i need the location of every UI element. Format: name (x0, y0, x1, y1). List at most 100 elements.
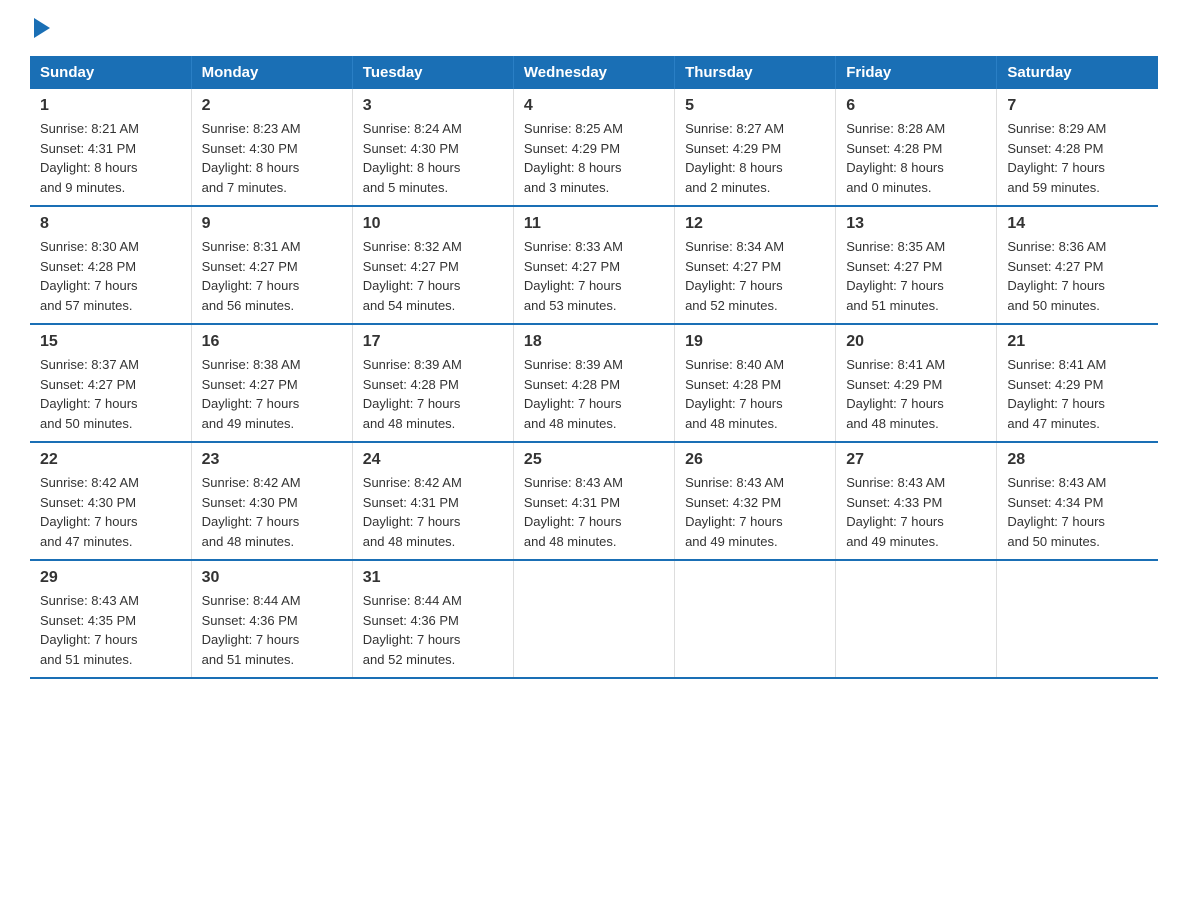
day-number: 2 (202, 97, 342, 115)
day-info: Sunrise: 8:42 AM Sunset: 4:30 PM Dayligh… (40, 473, 181, 551)
logo-triangle-icon (34, 18, 50, 38)
calendar-cell: 10 Sunrise: 8:32 AM Sunset: 4:27 PM Dayl… (352, 206, 513, 324)
calendar-cell: 3 Sunrise: 8:24 AM Sunset: 4:30 PM Dayli… (352, 89, 513, 206)
calendar-cell: 25 Sunrise: 8:43 AM Sunset: 4:31 PM Dayl… (513, 442, 674, 560)
day-number: 19 (685, 333, 825, 351)
calendar-week-row: 15 Sunrise: 8:37 AM Sunset: 4:27 PM Dayl… (30, 324, 1158, 442)
day-number: 13 (846, 215, 986, 233)
day-info: Sunrise: 8:38 AM Sunset: 4:27 PM Dayligh… (202, 355, 342, 433)
day-info: Sunrise: 8:43 AM Sunset: 4:33 PM Dayligh… (846, 473, 986, 551)
day-info: Sunrise: 8:35 AM Sunset: 4:27 PM Dayligh… (846, 237, 986, 315)
day-info: Sunrise: 8:44 AM Sunset: 4:36 PM Dayligh… (363, 591, 503, 669)
calendar-cell: 5 Sunrise: 8:27 AM Sunset: 4:29 PM Dayli… (675, 89, 836, 206)
calendar-table: SundayMondayTuesdayWednesdayThursdayFrid… (30, 56, 1158, 679)
day-info: Sunrise: 8:44 AM Sunset: 4:36 PM Dayligh… (202, 591, 342, 669)
day-info: Sunrise: 8:21 AM Sunset: 4:31 PM Dayligh… (40, 119, 181, 197)
calendar-cell: 7 Sunrise: 8:29 AM Sunset: 4:28 PM Dayli… (997, 89, 1158, 206)
day-number: 25 (524, 451, 664, 469)
calendar-cell: 24 Sunrise: 8:42 AM Sunset: 4:31 PM Dayl… (352, 442, 513, 560)
calendar-cell: 19 Sunrise: 8:40 AM Sunset: 4:28 PM Dayl… (675, 324, 836, 442)
calendar-cell: 31 Sunrise: 8:44 AM Sunset: 4:36 PM Dayl… (352, 560, 513, 678)
weekday-header-tuesday: Tuesday (352, 56, 513, 89)
day-number: 16 (202, 333, 342, 351)
day-number: 8 (40, 215, 181, 233)
calendar-cell: 11 Sunrise: 8:33 AM Sunset: 4:27 PM Dayl… (513, 206, 674, 324)
day-number: 24 (363, 451, 503, 469)
day-number: 18 (524, 333, 664, 351)
day-info: Sunrise: 8:33 AM Sunset: 4:27 PM Dayligh… (524, 237, 664, 315)
day-number: 3 (363, 97, 503, 115)
day-info: Sunrise: 8:37 AM Sunset: 4:27 PM Dayligh… (40, 355, 181, 433)
day-number: 5 (685, 97, 825, 115)
weekday-header-monday: Monday (191, 56, 352, 89)
day-info: Sunrise: 8:36 AM Sunset: 4:27 PM Dayligh… (1007, 237, 1148, 315)
day-number: 17 (363, 333, 503, 351)
calendar-cell: 16 Sunrise: 8:38 AM Sunset: 4:27 PM Dayl… (191, 324, 352, 442)
day-number: 14 (1007, 215, 1148, 233)
day-number: 20 (846, 333, 986, 351)
weekday-header-thursday: Thursday (675, 56, 836, 89)
day-number: 28 (1007, 451, 1148, 469)
day-number: 11 (524, 215, 664, 233)
day-number: 7 (1007, 97, 1148, 115)
weekday-header-friday: Friday (836, 56, 997, 89)
day-info: Sunrise: 8:31 AM Sunset: 4:27 PM Dayligh… (202, 237, 342, 315)
calendar-cell: 8 Sunrise: 8:30 AM Sunset: 4:28 PM Dayli… (30, 206, 191, 324)
calendar-cell: 26 Sunrise: 8:43 AM Sunset: 4:32 PM Dayl… (675, 442, 836, 560)
calendar-cell: 17 Sunrise: 8:39 AM Sunset: 4:28 PM Dayl… (352, 324, 513, 442)
day-info: Sunrise: 8:32 AM Sunset: 4:27 PM Dayligh… (363, 237, 503, 315)
weekday-header-saturday: Saturday (997, 56, 1158, 89)
day-info: Sunrise: 8:43 AM Sunset: 4:31 PM Dayligh… (524, 473, 664, 551)
day-number: 21 (1007, 333, 1148, 351)
day-info: Sunrise: 8:29 AM Sunset: 4:28 PM Dayligh… (1007, 119, 1148, 197)
calendar-cell: 21 Sunrise: 8:41 AM Sunset: 4:29 PM Dayl… (997, 324, 1158, 442)
calendar-cell: 2 Sunrise: 8:23 AM Sunset: 4:30 PM Dayli… (191, 89, 352, 206)
calendar-cell (997, 560, 1158, 678)
day-number: 22 (40, 451, 181, 469)
calendar-cell (675, 560, 836, 678)
calendar-cell (513, 560, 674, 678)
day-info: Sunrise: 8:24 AM Sunset: 4:30 PM Dayligh… (363, 119, 503, 197)
calendar-cell: 4 Sunrise: 8:25 AM Sunset: 4:29 PM Dayli… (513, 89, 674, 206)
day-info: Sunrise: 8:30 AM Sunset: 4:28 PM Dayligh… (40, 237, 181, 315)
day-number: 27 (846, 451, 986, 469)
day-info: Sunrise: 8:43 AM Sunset: 4:35 PM Dayligh… (40, 591, 181, 669)
calendar-cell: 27 Sunrise: 8:43 AM Sunset: 4:33 PM Dayl… (836, 442, 997, 560)
day-number: 9 (202, 215, 342, 233)
weekday-header-wednesday: Wednesday (513, 56, 674, 89)
weekday-header-sunday: Sunday (30, 56, 191, 89)
calendar-cell: 23 Sunrise: 8:42 AM Sunset: 4:30 PM Dayl… (191, 442, 352, 560)
weekday-header-row: SundayMondayTuesdayWednesdayThursdayFrid… (30, 56, 1158, 89)
calendar-week-row: 1 Sunrise: 8:21 AM Sunset: 4:31 PM Dayli… (30, 89, 1158, 206)
calendar-cell: 1 Sunrise: 8:21 AM Sunset: 4:31 PM Dayli… (30, 89, 191, 206)
day-info: Sunrise: 8:41 AM Sunset: 4:29 PM Dayligh… (846, 355, 986, 433)
day-info: Sunrise: 8:28 AM Sunset: 4:28 PM Dayligh… (846, 119, 986, 197)
logo (30, 20, 50, 38)
day-info: Sunrise: 8:42 AM Sunset: 4:30 PM Dayligh… (202, 473, 342, 551)
day-number: 4 (524, 97, 664, 115)
day-number: 15 (40, 333, 181, 351)
day-info: Sunrise: 8:43 AM Sunset: 4:32 PM Dayligh… (685, 473, 825, 551)
day-info: Sunrise: 8:43 AM Sunset: 4:34 PM Dayligh… (1007, 473, 1148, 551)
day-info: Sunrise: 8:39 AM Sunset: 4:28 PM Dayligh… (363, 355, 503, 433)
day-info: Sunrise: 8:39 AM Sunset: 4:28 PM Dayligh… (524, 355, 664, 433)
day-number: 30 (202, 569, 342, 587)
calendar-cell: 14 Sunrise: 8:36 AM Sunset: 4:27 PM Dayl… (997, 206, 1158, 324)
day-number: 12 (685, 215, 825, 233)
day-number: 31 (363, 569, 503, 587)
day-info: Sunrise: 8:42 AM Sunset: 4:31 PM Dayligh… (363, 473, 503, 551)
calendar-cell: 20 Sunrise: 8:41 AM Sunset: 4:29 PM Dayl… (836, 324, 997, 442)
calendar-cell: 6 Sunrise: 8:28 AM Sunset: 4:28 PM Dayli… (836, 89, 997, 206)
day-number: 10 (363, 215, 503, 233)
day-info: Sunrise: 8:25 AM Sunset: 4:29 PM Dayligh… (524, 119, 664, 197)
day-number: 1 (40, 97, 181, 115)
calendar-cell: 13 Sunrise: 8:35 AM Sunset: 4:27 PM Dayl… (836, 206, 997, 324)
day-info: Sunrise: 8:23 AM Sunset: 4:30 PM Dayligh… (202, 119, 342, 197)
day-info: Sunrise: 8:40 AM Sunset: 4:28 PM Dayligh… (685, 355, 825, 433)
calendar-cell: 18 Sunrise: 8:39 AM Sunset: 4:28 PM Dayl… (513, 324, 674, 442)
calendar-cell: 29 Sunrise: 8:43 AM Sunset: 4:35 PM Dayl… (30, 560, 191, 678)
day-info: Sunrise: 8:34 AM Sunset: 4:27 PM Dayligh… (685, 237, 825, 315)
calendar-cell: 12 Sunrise: 8:34 AM Sunset: 4:27 PM Dayl… (675, 206, 836, 324)
day-info: Sunrise: 8:27 AM Sunset: 4:29 PM Dayligh… (685, 119, 825, 197)
day-number: 29 (40, 569, 181, 587)
